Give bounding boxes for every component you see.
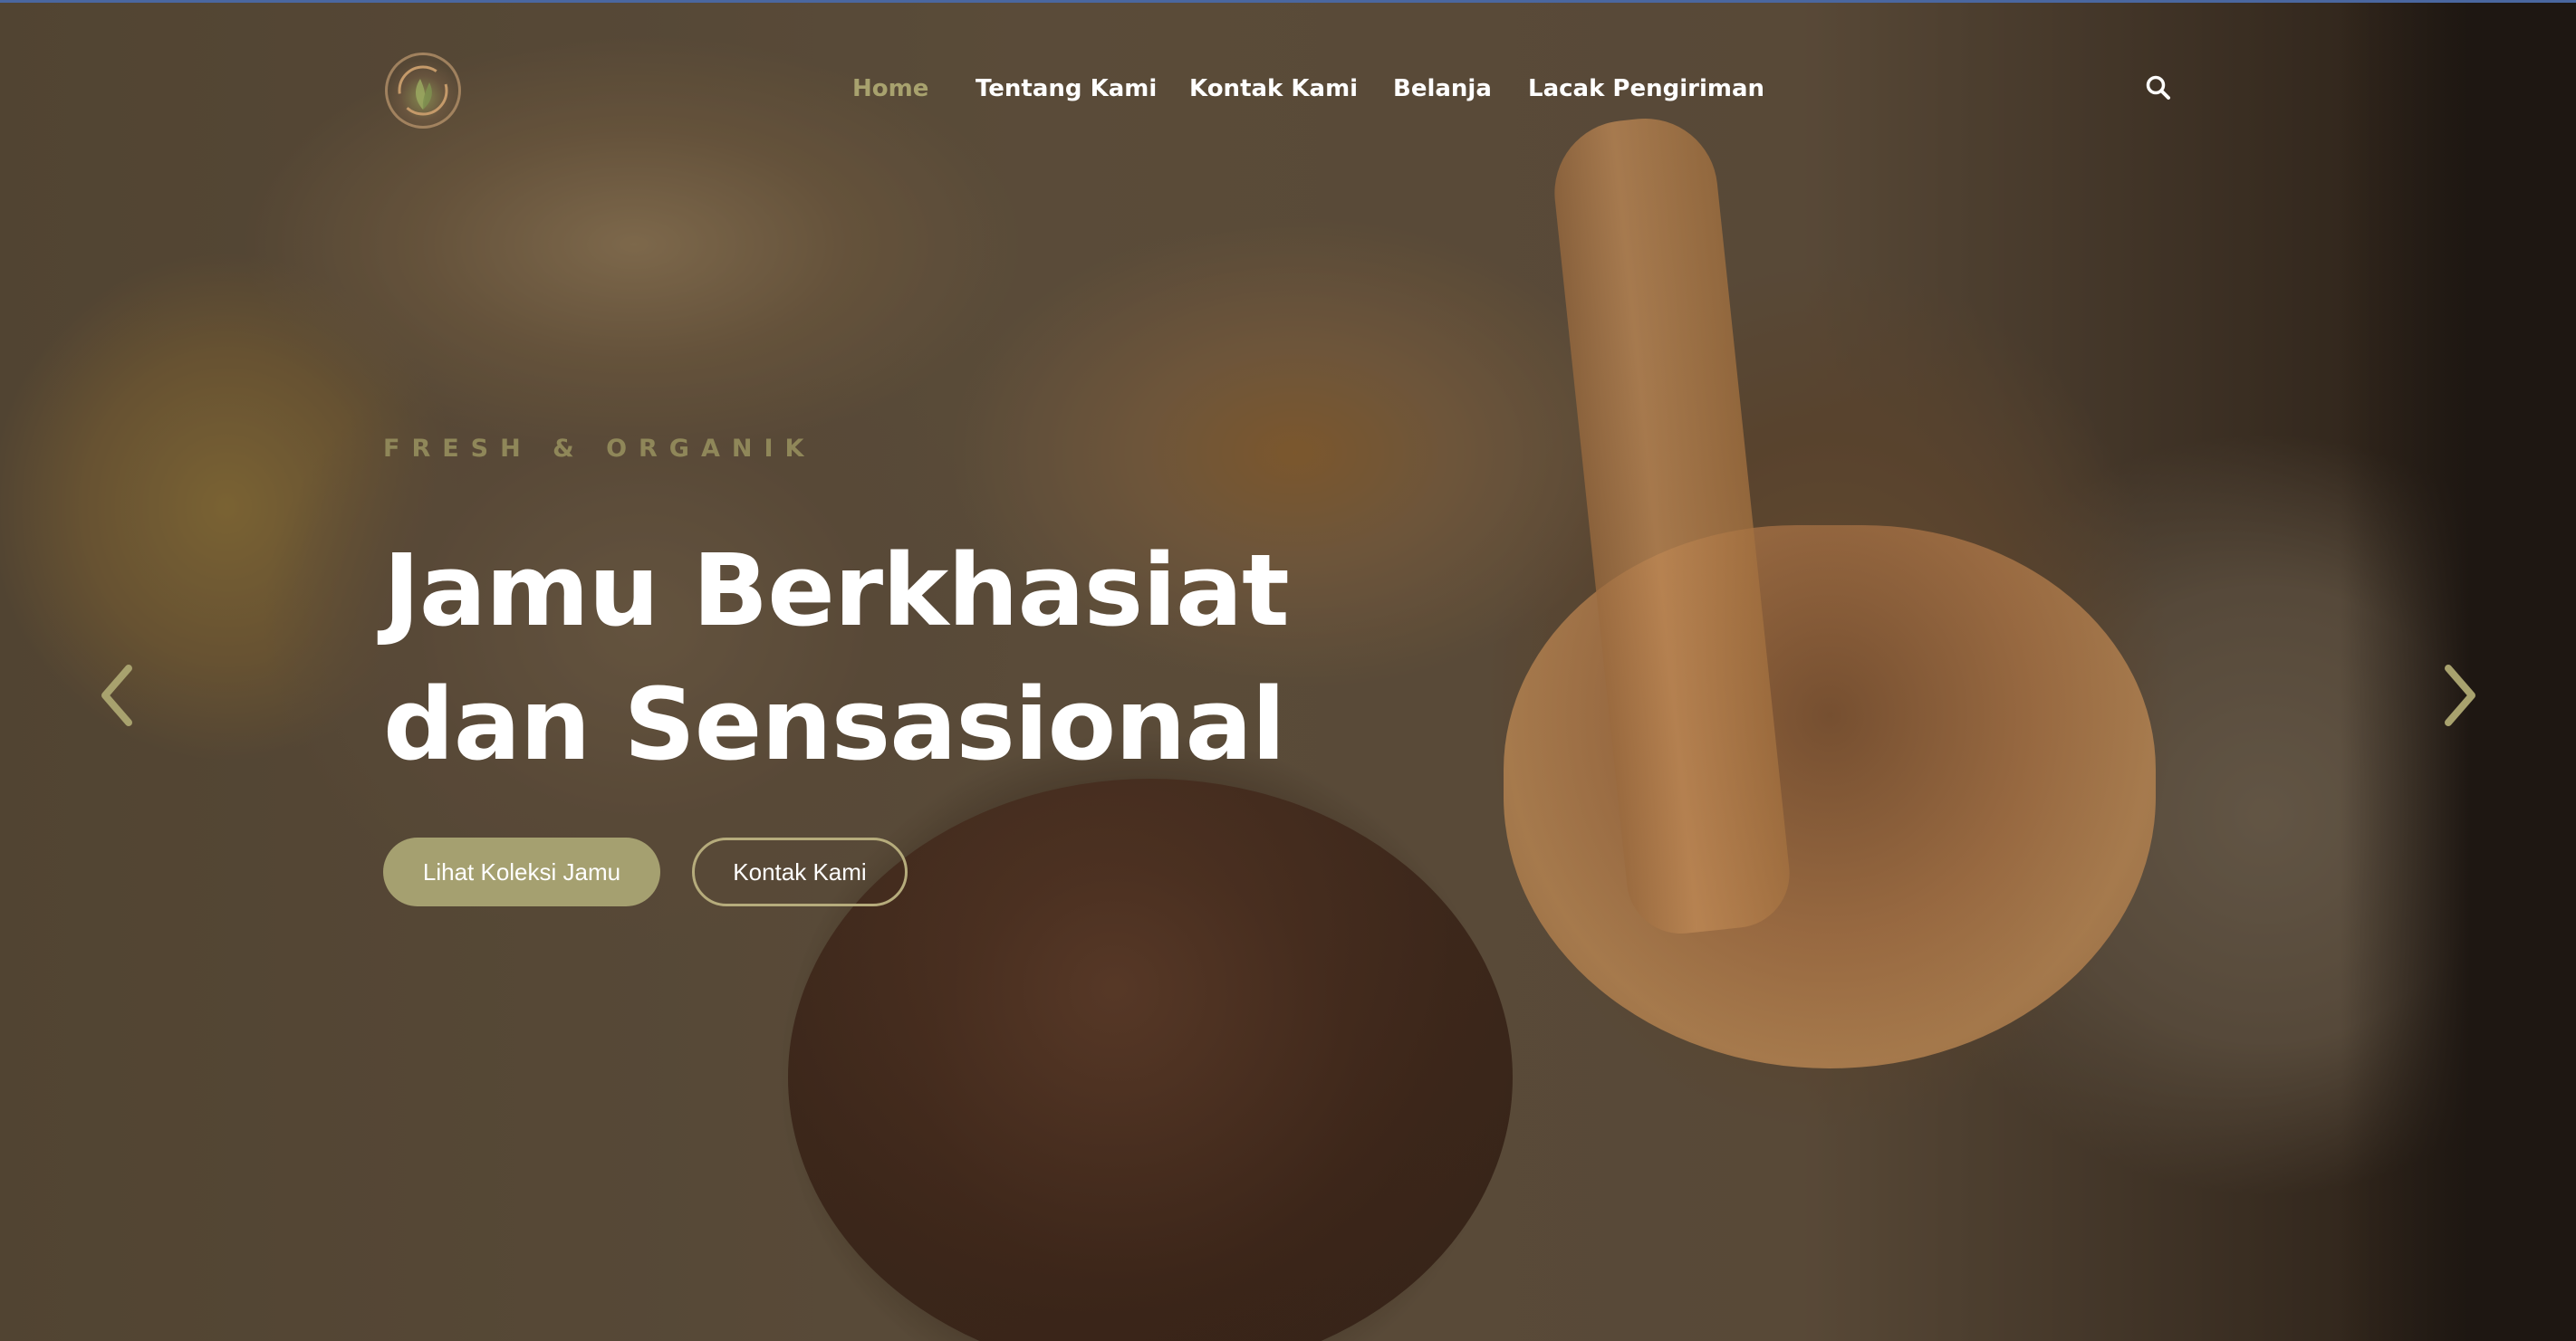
top-border [0, 0, 2576, 3]
hero-headline-line1: Jamu Berkhasiat [383, 532, 1290, 648]
nav-item-kontak-kami[interactable]: Kontak Kami [1189, 71, 1358, 107]
hero-eyebrow: FRESH & ORGANIK [383, 435, 816, 463]
hero-slider: Home Tentang Kami Kontak Kami Belanja La… [0, 0, 2576, 1341]
search-icon[interactable] [2145, 74, 2172, 101]
kontak-kami-button[interactable]: Kontak Kami [692, 838, 908, 906]
lihat-koleksi-jamu-button[interactable]: Lihat Koleksi Jamu [383, 838, 660, 906]
chevron-left-icon[interactable] [91, 659, 145, 732]
nav-item-lacak-pengiriman[interactable]: Lacak Pengiriman [1528, 71, 1764, 107]
site-header: Home Tentang Kami Kontak Kami Belanja La… [0, 0, 2576, 181]
herbal-leaf-logo-icon[interactable] [385, 53, 461, 129]
hero-headline-line2: dan Sensasional [383, 666, 1285, 782]
chevron-right-icon[interactable] [2432, 659, 2486, 732]
nav-item-tentang-kami[interactable]: Tentang Kami [976, 71, 1157, 107]
nav-item-home[interactable]: Home [852, 71, 928, 107]
hero-headline: Jamu Berkhasiat dan Sensasional [383, 523, 1470, 791]
nav-item-belanja[interactable]: Belanja [1393, 71, 1492, 107]
